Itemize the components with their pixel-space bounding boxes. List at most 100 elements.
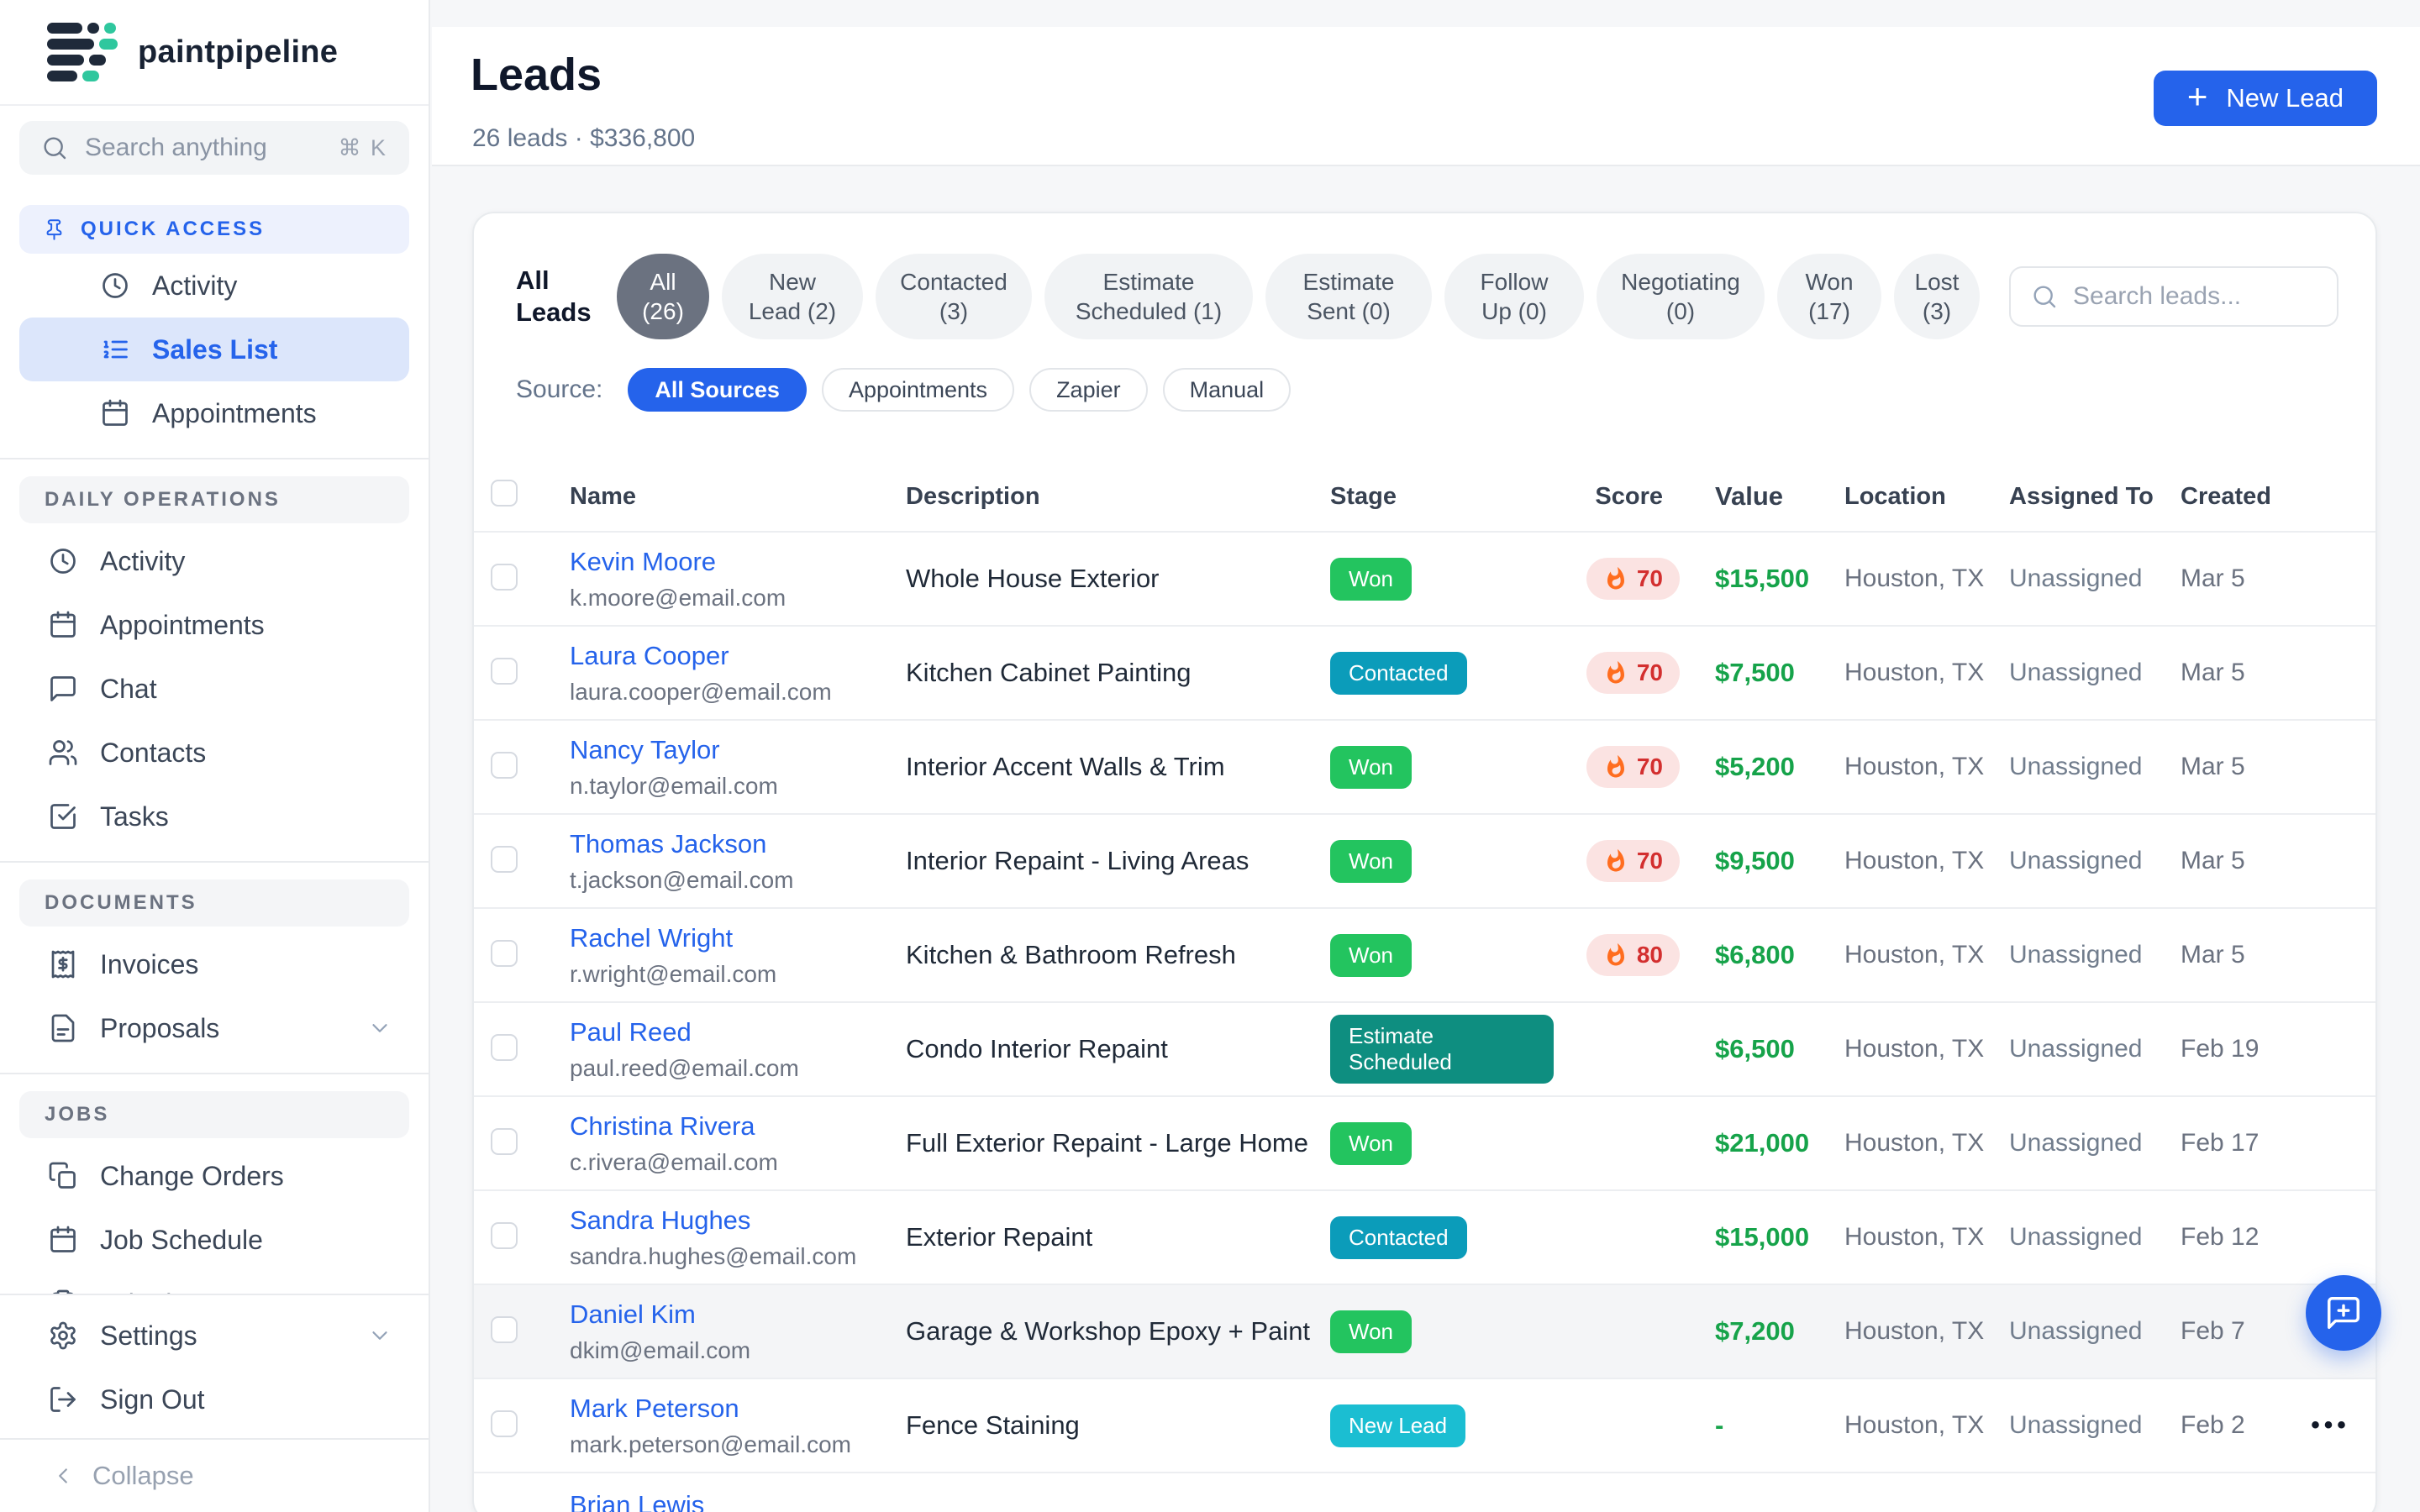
lead-name-link[interactable]: Nancy Taylor — [570, 735, 906, 765]
lead-name-link[interactable]: Sandra Hughes — [570, 1205, 906, 1236]
row-checkbox[interactable] — [491, 658, 518, 685]
table-row[interactable]: Kevin Moore k.moore@email.com Whole Hous… — [474, 531, 2375, 625]
page-subtitle: 26 leads · $336,800 — [472, 124, 695, 153]
sidebar-item-job-list[interactable]: Job List — [19, 1272, 409, 1294]
sidebar-item-sign-out[interactable]: Sign Out — [19, 1368, 409, 1431]
sidebar-item-change-orders[interactable]: Change Orders — [19, 1144, 409, 1208]
lead-name-link[interactable]: Christina Rivera — [570, 1111, 906, 1142]
file-text-icon — [48, 1013, 78, 1043]
leads-search-input[interactable]: Search leads... — [2009, 266, 2338, 327]
row-menu-button[interactable]: ••• — [2311, 1411, 2350, 1439]
lead-name-link[interactable]: Mark Peterson — [570, 1394, 906, 1424]
sidebar-item-sales-list[interactable]: Sales List — [19, 318, 409, 381]
table-row[interactable]: Nancy Taylor n.taylor@email.com Interior… — [474, 719, 2375, 813]
stage-tab-estimate-sent-0-[interactable]: EstimateSent (0) — [1265, 254, 1432, 339]
row-checkbox[interactable] — [491, 1316, 518, 1343]
sidebar-item-job-schedule[interactable]: Job Schedule — [19, 1208, 409, 1272]
new-message-fab-button[interactable] — [2306, 1275, 2381, 1351]
lead-value: $15,000 — [1680, 1222, 1844, 1252]
lead-assigned-to: Unassigned — [2009, 659, 2181, 687]
stage-tab-new-lead-2-[interactable]: NewLead (2) — [722, 254, 863, 339]
stage-tabs: All(26)NewLead (2)Contacted(3)EstimateSc… — [617, 254, 1980, 339]
lead-description: Exterior Repaint — [906, 1222, 1330, 1252]
brand-name: paintpipeline — [138, 34, 338, 71]
lead-value: $6,500 — [1680, 1034, 1844, 1064]
sidebar-item-chat[interactable]: Chat — [19, 657, 409, 721]
stage-tab-follow-up-0-[interactable]: FollowUp (0) — [1444, 254, 1584, 339]
source-pill-manual[interactable]: Manual — [1163, 368, 1292, 412]
select-all-checkbox[interactable] — [491, 480, 518, 507]
quick-access-header[interactable]: QUICK ACCESS — [19, 205, 409, 254]
row-checkbox[interactable] — [491, 752, 518, 779]
table-row[interactable]: Thomas Jackson t.jackson@email.com Inter… — [474, 813, 2375, 907]
source-pill-zapier[interactable]: Zapier — [1029, 368, 1148, 412]
lead-location: Houston, TX — [1844, 1411, 2009, 1440]
global-search-input[interactable]: Search anything ⌘ K — [19, 121, 409, 175]
sidebar: paintpipeline Search anything ⌘ K QUICK … — [0, 0, 430, 1512]
sidebar-item-activity[interactable]: Activity — [19, 254, 409, 318]
column-description: Description — [906, 483, 1330, 511]
lead-name-link[interactable]: Daniel Kim — [570, 1299, 906, 1330]
sidebar-item-invoices[interactable]: Invoices — [19, 932, 409, 996]
collapse-button[interactable]: Collapse — [0, 1438, 429, 1512]
sidebar-item-proposals[interactable]: Proposals — [19, 996, 409, 1060]
lead-name-link[interactable]: Brian Lewis — [570, 1490, 906, 1512]
row-checkbox[interactable] — [491, 564, 518, 591]
sidebar-item-settings[interactable]: Settings — [19, 1304, 409, 1368]
collapse-label: Collapse — [92, 1461, 194, 1491]
lead-email: r.wright@email.com — [570, 961, 906, 988]
lead-name-link[interactable]: Laura Cooper — [570, 641, 906, 671]
lead-name-link[interactable]: Kevin Moore — [570, 547, 906, 577]
table-row[interactable]: Brian Lewis — [474, 1472, 2375, 1512]
row-checkbox[interactable] — [491, 1034, 518, 1061]
sidebar-item-contacts[interactable]: Contacts — [19, 721, 409, 785]
stage-tab-estimate-scheduled-1-[interactable]: EstimateScheduled (1) — [1044, 254, 1253, 339]
table-row[interactable]: Sandra Hughes sandra.hughes@email.com Ex… — [474, 1189, 2375, 1284]
logout-icon — [48, 1384, 78, 1415]
lead-email: mark.peterson@email.com — [570, 1431, 906, 1458]
lead-name-link[interactable]: Rachel Wright — [570, 923, 906, 953]
row-checkbox[interactable] — [491, 846, 518, 873]
row-checkbox[interactable] — [491, 1222, 518, 1249]
lead-created: Feb 12 — [2181, 1223, 2286, 1252]
all-leads-label: All Leads — [516, 265, 598, 328]
sidebar-item-activity[interactable]: Activity — [19, 529, 409, 593]
table-row[interactable]: Laura Cooper laura.cooper@email.com Kitc… — [474, 625, 2375, 719]
table-row[interactable]: Christina Rivera c.rivera@email.com Full… — [474, 1095, 2375, 1189]
sidebar-item-tasks[interactable]: Tasks — [19, 785, 409, 848]
table-row[interactable]: Mark Peterson mark.peterson@email.com Fe… — [474, 1378, 2375, 1472]
lead-value: $15,500 — [1680, 564, 1844, 594]
new-lead-button[interactable]: + New Lead — [2154, 71, 2377, 126]
sidebar-item-appointments[interactable]: Appointments — [19, 381, 409, 445]
lead-name-link[interactable]: Paul Reed — [570, 1017, 906, 1047]
lead-location: Houston, TX — [1844, 1317, 2009, 1346]
lead-description: Whole House Exterior — [906, 564, 1330, 594]
stage-tab-contacted-3-[interactable]: Contacted(3) — [876, 254, 1032, 339]
sidebar-item-appointments[interactable]: Appointments — [19, 593, 409, 657]
stage-tab-all-26-[interactable]: All(26) — [617, 254, 709, 339]
lead-assigned-to: Unassigned — [2009, 941, 2181, 969]
table-row[interactable]: Daniel Kim dkim@email.com Garage & Works… — [474, 1284, 2375, 1378]
lead-created: Mar 5 — [2181, 564, 2286, 593]
row-checkbox[interactable] — [491, 940, 518, 967]
lead-description: Kitchen & Bathroom Refresh — [906, 940, 1330, 970]
stage-tab-negotiating-0-[interactable]: Negotiating(0) — [1597, 254, 1765, 339]
lead-location: Houston, TX — [1844, 753, 2009, 781]
lead-email: dkim@email.com — [570, 1337, 906, 1364]
table-row[interactable]: Paul Reed paul.reed@email.com Condo Inte… — [474, 1001, 2375, 1095]
paintpipeline-logo-icon — [47, 23, 118, 81]
stage-tab-won-17-[interactable]: Won(17) — [1777, 254, 1881, 339]
lead-description: Interior Repaint - Living Areas — [906, 846, 1330, 876]
row-checkbox[interactable] — [491, 1128, 518, 1155]
score-badge: 70 — [1586, 652, 1680, 694]
score-badge: 70 — [1586, 558, 1680, 600]
stage-tab-lost-3-[interactable]: Lost(3) — [1894, 254, 1980, 339]
lead-description: Interior Accent Walls & Trim — [906, 752, 1330, 782]
table-row[interactable]: Rachel Wright r.wright@email.com Kitchen… — [474, 907, 2375, 1001]
source-pill-all-sources[interactable]: All Sources — [628, 368, 807, 412]
lead-email: k.moore@email.com — [570, 585, 906, 612]
lead-name-link[interactable]: Thomas Jackson — [570, 829, 906, 859]
row-checkbox[interactable] — [491, 1410, 518, 1437]
lead-value: $5,200 — [1680, 752, 1844, 782]
source-pill-appointments[interactable]: Appointments — [822, 368, 1014, 412]
